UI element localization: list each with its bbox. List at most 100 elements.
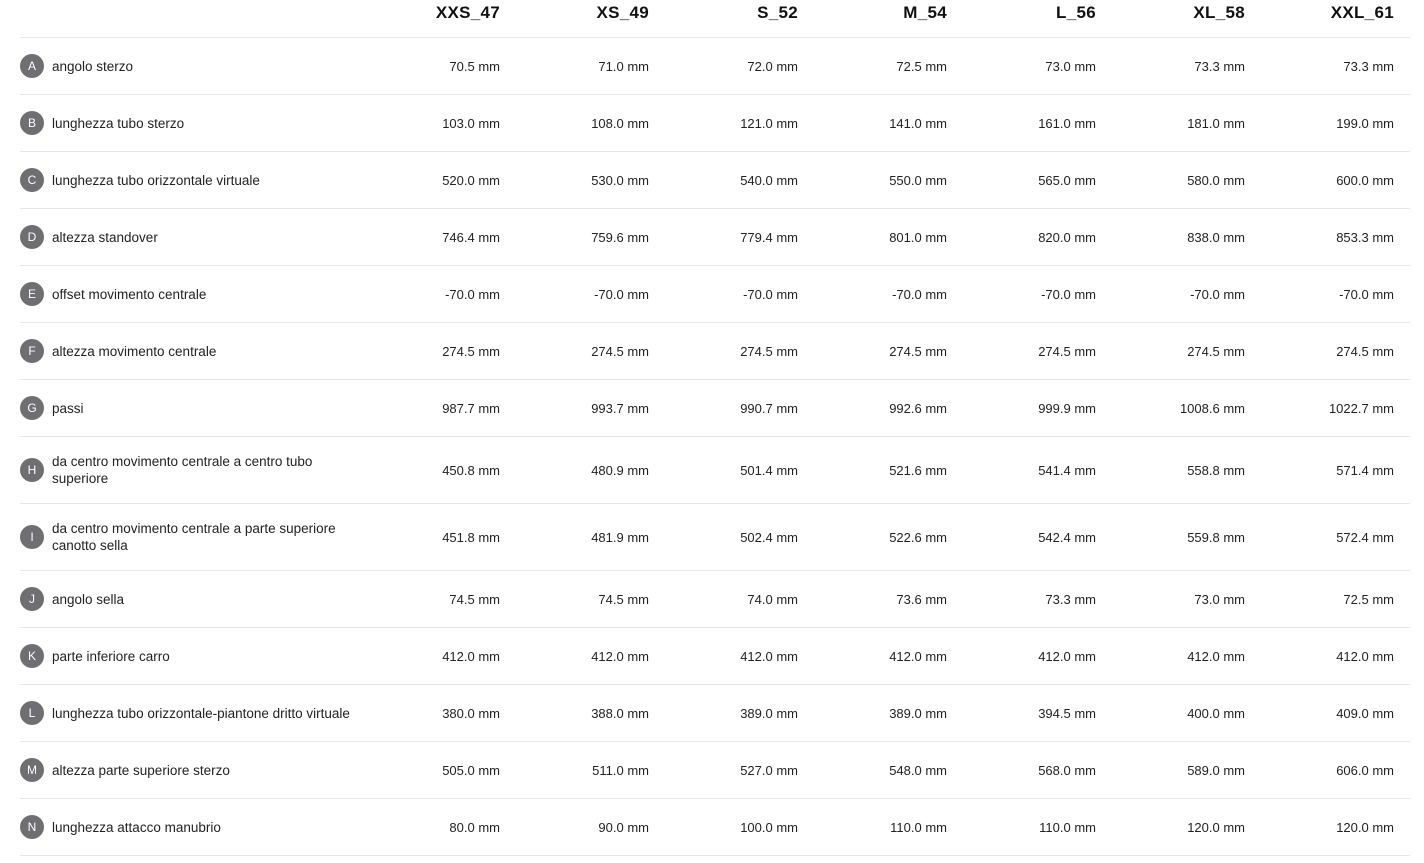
measure-value-cell: -70.0 mm	[1339, 286, 1394, 302]
measure-value-cell: 999.9 mm	[1038, 400, 1096, 416]
measure-value-cell: 559.8 mm	[1187, 529, 1245, 545]
size-header-xxl-61: XXL_61	[1330, 3, 1394, 22]
measure-letter-badge: J	[20, 587, 44, 611]
table-row: Faltezza movimento centrale 274.5 mm 274.5…	[20, 323, 1410, 380]
measure-value-cell: 801.0 mm	[889, 229, 947, 245]
measure-value-cell: 389.0 mm	[740, 705, 798, 721]
size-header-xxs-47: XXS_47	[435, 3, 500, 22]
measure-value-cell: 72.5 mm	[1343, 591, 1394, 607]
measure-value-cell: 274.5 mm	[1187, 343, 1245, 359]
measure-letter-badge: L	[20, 701, 44, 725]
measure-value-cell: 600.0 mm	[1336, 172, 1394, 188]
size-header-l-56: L_56	[1056, 3, 1096, 22]
measure-value-cell: 73.6 mm	[896, 591, 947, 607]
table-row: Nlunghezza attacco manubrio 80.0 mm 90.0 m…	[20, 799, 1410, 856]
measure-label-cell: Ida centro movimento centrale a parte su…	[20, 520, 351, 554]
measure-value-cell: -70.0 mm	[892, 286, 947, 302]
measure-value-cell: 565.0 mm	[1038, 172, 1096, 188]
measure-value-cell: 550.0 mm	[889, 172, 947, 188]
table-row: Daltezza standover 746.4 mm 759.6 mm 779.4 …	[20, 209, 1410, 266]
measure-value-cell: 120.0 mm	[1336, 819, 1394, 835]
measure-value-cell: 274.5 mm	[740, 343, 798, 359]
measure-value-cell: -70.0 mm	[445, 286, 500, 302]
measure-value-cell: 520.0 mm	[442, 172, 500, 188]
table-header-row: XXS_47 XS_49 S_52 M_54 L_56 XL_58 XXL_61	[20, 0, 1410, 38]
measure-value-cell: 571.4 mm	[1336, 462, 1394, 478]
measure-label: angolo sterzo	[52, 58, 134, 74]
measure-value-cell: 568.0 mm	[1038, 762, 1096, 778]
measure-value-cell: 990.7 mm	[740, 400, 798, 416]
size-header-s-52: S_52	[757, 3, 798, 22]
measure-letter-badge: G	[20, 396, 44, 420]
measure-value-cell: 103.0 mm	[442, 115, 500, 131]
measure-label-cell: Maltezza parte superiore sterzo	[20, 758, 351, 782]
measure-label-cell: Nlunghezza attacco manubrio	[20, 815, 351, 839]
measure-value-cell: 992.6 mm	[889, 400, 947, 416]
measure-value-cell: 274.5 mm	[591, 343, 649, 359]
measure-label-cell: Clunghezza tubo orizzontale virtuale	[20, 168, 351, 192]
measure-value-cell: 759.6 mm	[591, 229, 649, 245]
measure-value-cell: 558.8 mm	[1187, 462, 1245, 478]
measure-value-cell: 521.6 mm	[889, 462, 947, 478]
size-header-xl-58: XL_58	[1193, 3, 1245, 22]
measure-value-cell: 481.9 mm	[591, 529, 649, 545]
table-row: Clunghezza tubo orizzontale virtuale 520.…	[20, 152, 1410, 209]
measure-value-cell: 74.0 mm	[747, 591, 798, 607]
table-row: Llunghezza tubo orizzontale-piantone dri…	[20, 685, 1410, 742]
measure-label: lunghezza attacco manubrio	[52, 819, 221, 835]
table-row: Gpassi 987.7 mm 993.7 mm 990.7 mm 992.6 mm 99…	[20, 380, 1410, 437]
measure-value-cell: 90.0 mm	[598, 819, 649, 835]
table-row: Ida centro movimento centrale a parte su…	[20, 504, 1410, 571]
measure-label-cell: Daltezza standover	[20, 225, 351, 249]
measure-value-cell: 110.0 mm	[1039, 819, 1096, 835]
measure-label: da centro movimento centrale a parte sup…	[52, 521, 336, 553]
measure-value-cell: 73.3 mm	[1343, 58, 1394, 74]
measure-value-cell: 199.0 mm	[1336, 115, 1394, 131]
measure-value-cell: 606.0 mm	[1336, 762, 1394, 778]
measure-value-cell: 80.0 mm	[449, 819, 500, 835]
measure-value-cell: 72.5 mm	[896, 58, 947, 74]
measure-value-cell: 779.4 mm	[740, 229, 798, 245]
measure-value-cell: 70.5 mm	[449, 58, 500, 74]
measure-value-cell: 73.3 mm	[1194, 58, 1245, 74]
measure-value-cell: 542.4 mm	[1038, 529, 1096, 545]
measure-letter-badge: M	[20, 758, 44, 782]
measure-value-cell: 501.4 mm	[740, 462, 798, 478]
measure-value-cell: 505.0 mm	[442, 762, 500, 778]
measure-label: da centro movimento centrale a centro tu…	[52, 454, 313, 486]
measure-value-cell: 74.5 mm	[449, 591, 500, 607]
measure-value-cell: 987.7 mm	[442, 400, 500, 416]
measure-value-cell: 181.0 mm	[1187, 115, 1245, 131]
measure-letter-badge: C	[20, 168, 44, 192]
measure-value-cell: 572.4 mm	[1336, 529, 1394, 545]
measure-value-cell: 74.5 mm	[598, 591, 649, 607]
measure-value-cell: 451.8 mm	[442, 529, 500, 545]
measure-value-cell: 412.0 mm	[442, 648, 500, 664]
measure-value-cell: 412.0 mm	[740, 648, 798, 664]
measure-value-cell: 120.0 mm	[1187, 819, 1245, 835]
measure-value-cell: 388.0 mm	[591, 705, 649, 721]
measure-label-cell: Eoffset movimento centrale	[20, 282, 351, 306]
measure-value-cell: 412.0 mm	[1336, 648, 1394, 664]
measure-label-cell: Jangolo sella	[20, 587, 351, 611]
measure-value-cell: 480.9 mm	[591, 462, 649, 478]
measure-label-cell: Hda centro movimento centrale a centro t…	[20, 453, 351, 487]
measure-value-cell: 527.0 mm	[740, 762, 798, 778]
measure-label: offset movimento centrale	[52, 286, 207, 302]
measure-value-cell: 274.5 mm	[889, 343, 947, 359]
measure-value-cell: 141.0 mm	[889, 115, 947, 131]
measure-value-cell: -70.0 mm	[594, 286, 649, 302]
size-header-xs-49: XS_49	[596, 3, 649, 22]
measure-value-cell: 548.0 mm	[889, 762, 947, 778]
table-row: Jangolo sella 74.5 mm 74.5 mm 74.0 mm 73.6 m…	[20, 571, 1410, 628]
measure-label: lunghezza tubo orizzontale-piantone drit…	[52, 705, 350, 721]
measure-label: parte inferiore carro	[52, 648, 170, 664]
measure-label: passi	[52, 400, 84, 416]
measure-value-cell: 1008.6 mm	[1179, 400, 1245, 416]
measure-value-cell: 400.0 mm	[1187, 705, 1245, 721]
measure-value-cell: 541.4 mm	[1038, 462, 1096, 478]
measure-letter-badge: D	[20, 225, 44, 249]
measure-value-cell: 394.5 mm	[1038, 705, 1096, 721]
measure-value-cell: 73.3 mm	[1045, 591, 1096, 607]
measure-letter-badge: F	[20, 339, 44, 363]
